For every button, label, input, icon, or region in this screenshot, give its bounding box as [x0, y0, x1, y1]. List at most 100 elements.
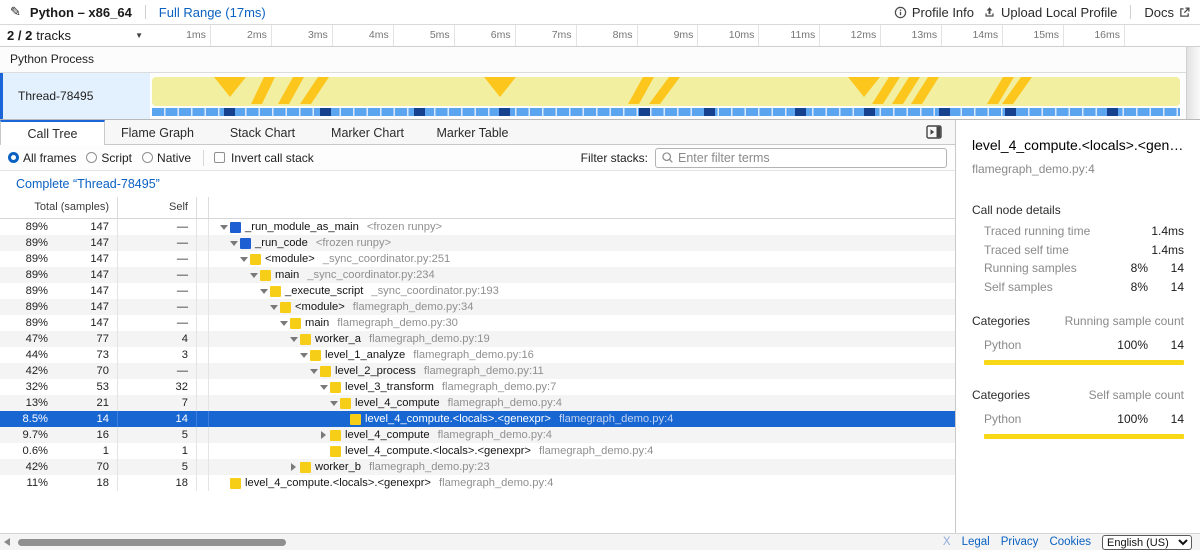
breadcrumb-row: Complete “Thread-78495”: [0, 171, 955, 197]
footer-link-legal[interactable]: Legal: [962, 536, 990, 548]
radio-native[interactable]: Native: [142, 151, 191, 165]
collapse-icon[interactable]: [257, 289, 270, 294]
cell-self-samples: 7: [118, 395, 197, 411]
call-tree-row[interactable]: 32%5332level_3_transformflamegraph_demo.…: [0, 379, 955, 395]
radio-script[interactable]: Script: [86, 151, 132, 165]
cell-spacer: [197, 443, 209, 459]
indent: [217, 387, 317, 388]
full-range-button[interactable]: Full Range (17ms): [159, 5, 266, 20]
call-tree-row[interactable]: 89%147—main_sync_coordinator.py:234: [0, 267, 955, 283]
cell-function: level_4_compute.<locals>.<genexpr>flameg…: [209, 443, 955, 459]
upload-profile-button[interactable]: Upload Local Profile: [983, 5, 1117, 20]
call-tree-row[interactable]: 11%1818level_4_compute.<locals>.<genexpr…: [0, 475, 955, 491]
radio-all-frames[interactable]: All frames: [8, 151, 76, 165]
cell-function: _run_code<frozen runpy>: [209, 235, 955, 251]
category-percent: 100%: [1117, 338, 1148, 352]
sample-cluster-marker: [499, 108, 510, 116]
open-sidebar-icon[interactable]: [926, 125, 942, 139]
collapse-icon[interactable]: [267, 305, 280, 310]
call-tree-row[interactable]: 9.7%165level_4_computeflamegraph_demo.py…: [0, 427, 955, 443]
language-select[interactable]: English (US): [1102, 535, 1192, 550]
file-location: flamegraph_demo.py:4: [439, 477, 553, 489]
thread-track-label[interactable]: Thread-78495: [0, 73, 150, 119]
tab-marker-chart[interactable]: Marker Chart: [315, 120, 420, 144]
expand-icon[interactable]: [317, 431, 330, 439]
tab-marker-table[interactable]: Marker Table: [420, 120, 525, 144]
cell-total-percent: 13%: [0, 397, 48, 409]
call-tree-row[interactable]: 42%70—level_2_processflamegraph_demo.py:…: [0, 363, 955, 379]
collapse-icon[interactable]: [227, 241, 240, 246]
scrollbar-thumb[interactable]: [18, 539, 286, 546]
footer-link-privacy[interactable]: Privacy: [1001, 536, 1039, 548]
breadcrumb[interactable]: Complete “Thread-78495”: [16, 177, 160, 191]
category-bar: [984, 360, 1184, 365]
divider: [1130, 5, 1131, 19]
scroll-left-icon[interactable]: [4, 538, 10, 546]
call-tree-row[interactable]: 89%147—mainflamegraph_demo.py:30: [0, 315, 955, 331]
call-tree-row[interactable]: 0.6%11level_4_compute.<locals>.<genexpr>…: [0, 443, 955, 459]
cell-spacer: [197, 459, 209, 475]
collapse-icon[interactable]: [317, 385, 330, 390]
collapse-icon[interactable]: [277, 321, 290, 326]
detail-row: Traced running time1.4ms: [984, 217, 1184, 236]
cell-total-samples: 16: [48, 427, 118, 443]
call-tree-row[interactable]: 89%147—_run_module_as_main<frozen runpy>: [0, 219, 955, 235]
function-name: level_2_process: [335, 365, 416, 377]
call-tree-row[interactable]: 89%147—_execute_script_sync_coordinator.…: [0, 283, 955, 299]
collapse-icon[interactable]: [247, 273, 260, 278]
expand-icon[interactable]: [287, 463, 300, 471]
function-name: level_1_analyze: [325, 349, 405, 361]
collapse-icon[interactable]: [237, 257, 250, 262]
call-tree-row[interactable]: 89%147—<module>flamegraph_demo.py:34: [0, 299, 955, 315]
ruler-tail: [1186, 25, 1200, 46]
tab-flame-graph[interactable]: Flame Graph: [105, 120, 210, 144]
cell-total-percent: 89%: [0, 253, 48, 265]
collapse-icon[interactable]: [307, 369, 320, 374]
ruler-tick: 6ms: [455, 25, 516, 46]
cell-total-samples: 147: [48, 299, 118, 315]
call-tree-row[interactable]: 13%217level_4_computeflamegraph_demo.py:…: [0, 395, 955, 411]
profile-info-button[interactable]: Profile Info: [894, 5, 974, 20]
tab-stack-chart[interactable]: Stack Chart: [210, 120, 315, 144]
indent: [217, 339, 287, 340]
horizontal-scrollbar[interactable]: [4, 538, 286, 546]
cell-spacer: [197, 395, 209, 411]
category-yellow-square-icon: [230, 478, 241, 489]
function-name: _run_module_as_main: [245, 221, 359, 233]
tracks-summary-dropdown[interactable]: 2 / 2 tracks ▼: [0, 25, 150, 46]
call-tree-row[interactable]: 44%733level_1_analyzeflamegraph_demo.py:…: [0, 347, 955, 363]
call-tree-row[interactable]: 42%705worker_bflamegraph_demo.py:23: [0, 459, 955, 475]
edit-profile-name-icon[interactable]: ✎: [10, 4, 21, 20]
column-header-self[interactable]: Self: [118, 197, 197, 218]
docs-link[interactable]: Docs: [1144, 5, 1190, 20]
collapse-icon[interactable]: [297, 353, 310, 358]
tab-call-tree[interactable]: Call Tree: [0, 120, 105, 145]
footer-link-cookies[interactable]: Cookies: [1049, 536, 1091, 548]
cell-spacer: [197, 411, 209, 427]
call-tree-controls: All frames Script Native Invert call stack…: [0, 145, 955, 171]
call-tree-row[interactable]: 8.5%1414level_4_compute.<locals>.<genexp…: [0, 411, 955, 427]
process-track-header[interactable]: Python Process: [0, 47, 1200, 73]
cpu-activity-band: [152, 77, 1180, 106]
cell-total-percent: 89%: [0, 301, 48, 313]
column-header-total[interactable]: Total (samples): [0, 197, 118, 218]
cell-total-percent: 42%: [0, 461, 48, 473]
call-tree-row[interactable]: 47%774worker_aflamegraph_demo.py:19: [0, 331, 955, 347]
invert-call-stack-checkbox[interactable]: Invert call stack: [214, 151, 314, 165]
cell-self-samples: —: [118, 219, 197, 235]
call-tree-row[interactable]: 89%147—<module>_sync_coordinator.py:251: [0, 251, 955, 267]
firefox-profiler-app: ✎ Python – x86_64 Full Range (17ms) Prof…: [0, 0, 1200, 550]
function-name: level_4_compute: [355, 397, 440, 409]
indent: [217, 403, 327, 404]
activity-graph[interactable]: [150, 73, 1186, 119]
call-tree-row[interactable]: 89%147—_run_code<frozen runpy>: [0, 235, 955, 251]
cell-total-samples: 1: [48, 443, 118, 459]
cell-self-samples: 4: [118, 331, 197, 347]
collapse-icon[interactable]: [217, 225, 230, 230]
vertical-scrollbar[interactable]: [1186, 47, 1200, 119]
collapse-icon[interactable]: [287, 337, 300, 342]
filter-stacks-input[interactable]: [655, 148, 947, 168]
function-name: level_4_compute: [345, 429, 430, 441]
footer-link-x[interactable]: X: [943, 536, 951, 548]
collapse-icon[interactable]: [327, 401, 340, 406]
